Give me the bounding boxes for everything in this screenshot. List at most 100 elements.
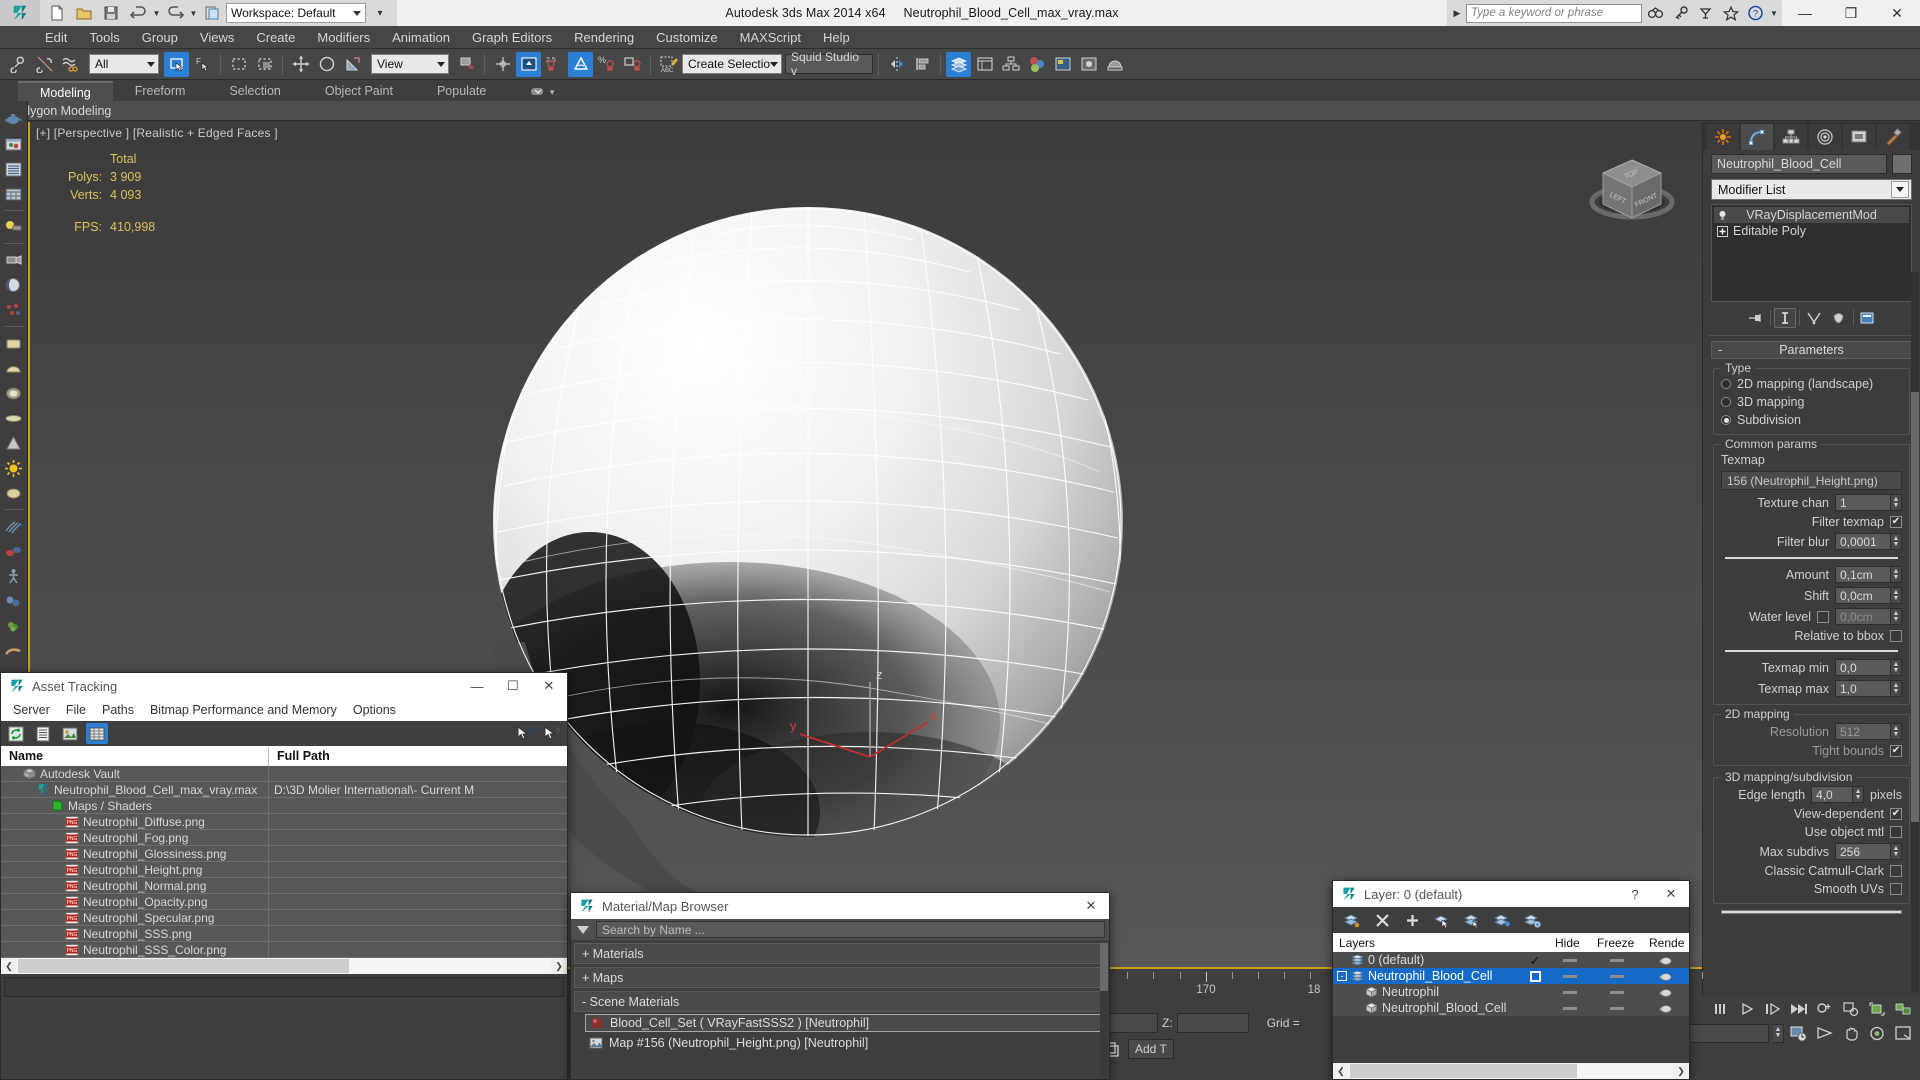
layer-window[interactable]: Layer: 0 (default) ? ✕ Layers Hide Freez… [1332, 880, 1690, 1080]
list-view-icon[interactable] [2, 157, 26, 181]
texmap-max-spinner[interactable]: 1,0 ▲ ▼ [1835, 680, 1902, 697]
modifier-list-dropdown[interactable]: Modifier List [1711, 179, 1912, 200]
spinner-arrows-icon[interactable]: ▲ ▼ [1891, 494, 1902, 511]
workspace-selector[interactable]: Workspace: Default [226, 3, 366, 23]
layer-hscrollbar[interactable]: ❮ ❯ [1333, 1063, 1689, 1079]
asset-tracking-maximize[interactable]: ☐ [495, 673, 531, 699]
radio-2d-mapping[interactable]: 2D mapping (landscape) [1721, 377, 1902, 391]
select-and-manipulate-icon[interactable] [490, 52, 515, 77]
layer-row-name-cell[interactable]: Neutrophil [1333, 985, 1521, 999]
texmap-min-value[interactable]: 0,0 [1835, 659, 1891, 676]
spinner-arrows-icon[interactable]: ▲ ▼ [1891, 587, 1902, 604]
select-and-rotate-icon[interactable] [314, 52, 339, 77]
key-mode-icon[interactable] [1710, 999, 1732, 1019]
layer-row-name-cell[interactable]: Neutrophil_Blood_Cell [1333, 1001, 1521, 1015]
list-view-icon[interactable] [32, 723, 54, 744]
zoom-region-icon[interactable] [1814, 999, 1836, 1019]
menu-customize[interactable]: Customize [645, 26, 728, 49]
hscroll-thumb[interactable] [1350, 1064, 1577, 1078]
snaps-toggle-icon[interactable] [516, 51, 541, 77]
shift-spinner[interactable]: 0,0cm ▲ ▼ [1835, 587, 1902, 604]
frame-spinner[interactable]: ▲ ▼ [1773, 1023, 1784, 1043]
save-file-icon[interactable] [98, 2, 124, 24]
add-selection-to-layer-icon[interactable] [1401, 910, 1423, 931]
resolution-spinner[interactable]: 512 ▲ ▼ [1835, 723, 1902, 740]
workspace-studio-label[interactable]: Squid Studio v [785, 50, 873, 78]
asset-row-path[interactable] [269, 766, 567, 781]
render-setup-icon[interactable] [1050, 52, 1075, 77]
delete-layer-icon[interactable] [1371, 910, 1393, 931]
layer-hide-cell[interactable] [1549, 990, 1591, 994]
pin-stack-icon[interactable] [1745, 308, 1767, 328]
spinner-arrows-icon[interactable]: ▲ ▼ [1891, 533, 1902, 550]
view-dependent-checkbox[interactable]: ✔ [1890, 808, 1902, 820]
maximize-button[interactable]: ❐ [1828, 0, 1874, 26]
layer-hide-cell[interactable] [1549, 1006, 1591, 1010]
select-by-name-icon[interactable]: F [190, 52, 215, 77]
current-frame-field[interactable] [1677, 1023, 1769, 1043]
menu-tools[interactable]: Tools [78, 26, 130, 49]
layer-window-help[interactable]: ? [1617, 881, 1653, 907]
asset-row-path[interactable] [269, 942, 567, 957]
stack-item-0[interactable]: VRayDisplacementMod [1714, 207, 1909, 223]
asset-tracking-minimize[interactable]: — [459, 673, 495, 699]
menu-edit[interactable]: Edit [34, 26, 78, 49]
scroll-left-icon[interactable]: ❮ [1333, 1066, 1349, 1077]
material-browser-close[interactable]: ✕ [1073, 893, 1109, 919]
reference-coordinate-system-combo[interactable]: View [371, 54, 449, 74]
tab-create[interactable] [1707, 124, 1739, 150]
asset-row-name-cell[interactable]: PNG Neutrophil_Diffuse.png [1, 814, 269, 829]
play-animation-icon[interactable] [1736, 999, 1758, 1019]
ribbon-tab-selection[interactable]: Selection [207, 81, 302, 101]
material-browser-titlebar[interactable]: Material/Map Browser ✕ [571, 893, 1109, 919]
communication-center-icon[interactable] [1694, 2, 1717, 24]
context-help-icon[interactable]: ? [541, 723, 563, 744]
tight-bounds-row[interactable]: Tight bounds ✔ [1721, 744, 1902, 758]
mirror-icon[interactable] [884, 52, 909, 77]
select-and-scale-icon[interactable] [340, 52, 365, 77]
asset-row-path[interactable] [269, 926, 567, 941]
column-hide[interactable]: Hide [1549, 933, 1591, 952]
minimize-button[interactable]: — [1782, 0, 1828, 26]
asset-row-name-cell[interactable]: Autodesk Vault [1, 766, 269, 781]
spinner-arrows-icon[interactable]: ▲ ▼ [1891, 608, 1902, 625]
select-link-icon[interactable] [6, 52, 31, 77]
menu-help[interactable]: Help [812, 26, 861, 49]
angle-snap-toggle-icon[interactable] [568, 51, 593, 77]
filter-texmap-row[interactable]: Filter texmap ✔ [1721, 515, 1902, 529]
infocenter-expand-icon[interactable]: ▶ [1450, 3, 1464, 23]
layer-manager-icon[interactable] [946, 51, 971, 77]
view-cube[interactable]: TOP LEFT FRONT [1577, 140, 1687, 250]
ribbon-tab-modeling[interactable]: Modeling [18, 81, 113, 101]
spinner-arrows-icon[interactable]: ▲ ▼ [1891, 659, 1902, 676]
material-editor-icon[interactable] [1024, 52, 1049, 77]
asset-row[interactable]: PNG Neutrophil_Opacity.png [1, 894, 567, 910]
radio-3d-mapping[interactable]: 3D mapping [1721, 395, 1902, 409]
sphere-yellow-icon[interactable] [2, 381, 26, 405]
asset-row-path[interactable] [269, 814, 567, 829]
asset-row[interactable]: PNG Neutrophil_Diffuse.png [1, 814, 567, 830]
zoom-extents-all-icon[interactable] [1840, 999, 1862, 1019]
go-to-end-icon[interactable] [1788, 999, 1810, 1019]
asset-row[interactable]: PNG Neutrophil_SSS_Color.png [1, 942, 567, 958]
layer-settings-icon[interactable] [1521, 910, 1543, 931]
classic-catmull-checkbox[interactable] [1890, 865, 1902, 877]
rectangular-selection-region-icon[interactable] [226, 52, 251, 77]
view-dependent-row[interactable]: View-dependent ✔ [1721, 807, 1902, 821]
spinner-arrows-icon[interactable]: ▲ ▼ [1891, 723, 1902, 740]
material-browser-scrollbar[interactable] [1100, 943, 1108, 1077]
asset-row-path[interactable]: D:\3D Molier International\- Current M [269, 782, 567, 797]
redo-dropdown-icon[interactable]: ▼ [189, 2, 198, 24]
select-objects-in-layer-icon[interactable] [1431, 910, 1453, 931]
use-object-mtl-checkbox[interactable] [1890, 826, 1902, 838]
layer-current-cell[interactable] [1521, 970, 1549, 982]
scene-explorer-icon[interactable] [972, 52, 997, 77]
zoom-extents-selected-icon[interactable] [1866, 999, 1888, 1019]
z-coord-field[interactable] [1176, 1013, 1249, 1033]
ribbon-overflow-icon[interactable]: ▾ [508, 81, 576, 101]
asset-row[interactable]: PNG Neutrophil_Height.png [1, 862, 567, 878]
layer-render-cell[interactable] [1643, 955, 1689, 966]
crowd-icon[interactable] [2, 589, 26, 613]
layer-render-cell[interactable] [1643, 987, 1689, 998]
asset-row[interactable]: PNG Neutrophil_Fog.png [1, 830, 567, 846]
